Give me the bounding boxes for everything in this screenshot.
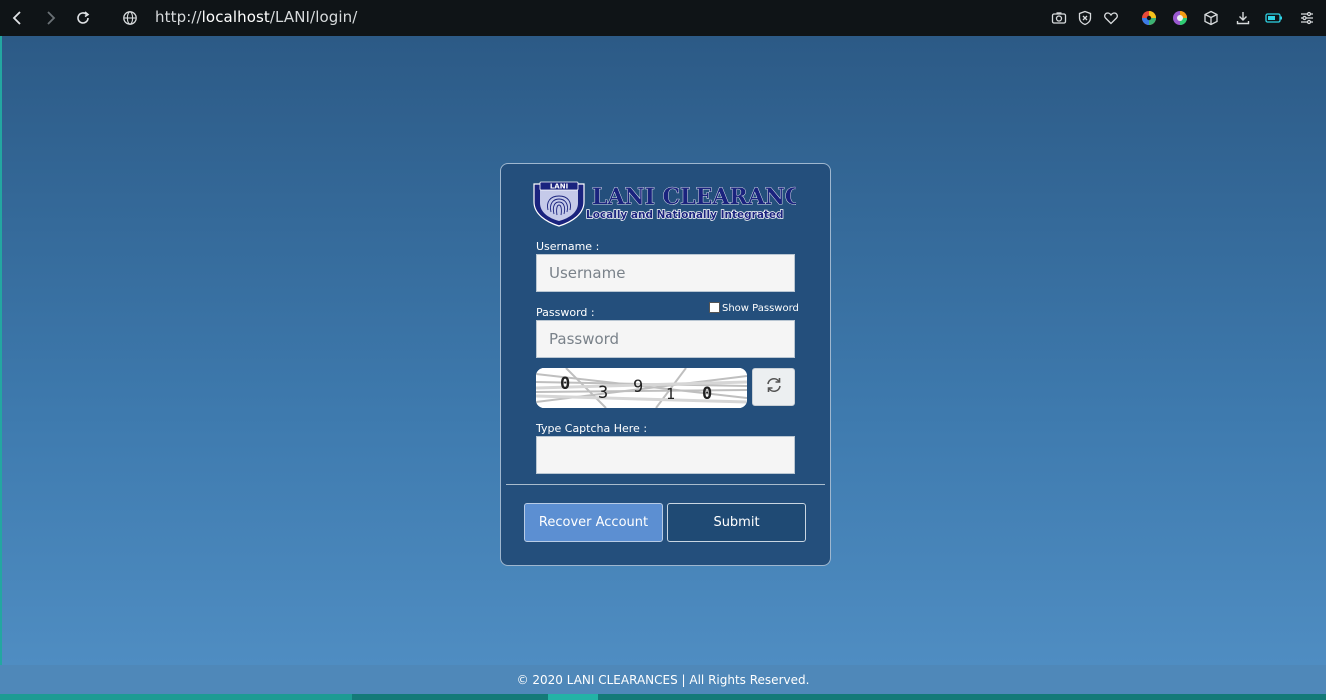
- show-password-toggle[interactable]: Show Password: [709, 302, 799, 314]
- url-path: /LANI/login/: [269, 8, 358, 26]
- cube-icon[interactable]: [1201, 8, 1221, 28]
- footer: © 2020 LANI CLEARANCES | All Rights Rese…: [0, 665, 1326, 694]
- color-picker-icon[interactable]: [1170, 8, 1190, 28]
- taskbar-strip: [0, 694, 1326, 700]
- heart-icon[interactable]: [1101, 8, 1121, 28]
- submit-button[interactable]: Submit: [667, 503, 806, 542]
- url-host: localhost: [201, 8, 270, 26]
- password-input[interactable]: [536, 320, 795, 358]
- svg-text:LANI CLEARANCES: LANI CLEARANCES: [592, 184, 796, 210]
- show-password-checkbox[interactable]: [709, 302, 720, 313]
- taskbar-segment: [548, 694, 598, 700]
- recover-account-button[interactable]: Recover Account: [524, 503, 663, 542]
- username-input[interactable]: [536, 254, 795, 292]
- captcha-refresh-button[interactable]: [752, 368, 795, 406]
- lani-logo: LANI LANI CLEARANCES Locally and Nationa…: [530, 178, 835, 228]
- captcha-char: 0: [702, 384, 713, 404]
- menu-settings-icon[interactable]: [1297, 8, 1317, 28]
- shield-x-icon[interactable]: [1075, 8, 1095, 28]
- url-prefix: http://: [155, 8, 202, 26]
- forward-icon[interactable]: [40, 8, 60, 28]
- refresh-icon: [764, 375, 784, 400]
- globe-icon: [120, 8, 140, 28]
- taskbar-segment: [0, 694, 352, 700]
- captcha-char: 9: [633, 377, 644, 397]
- copyright-text: © 2020 LANI CLEARANCES | All Rights Rese…: [516, 672, 810, 687]
- divider: [506, 484, 825, 485]
- show-password-label: Show Password: [722, 303, 799, 314]
- login-card: LANI LANI CLEARANCES Locally and Nationa…: [500, 163, 835, 566]
- download-icon[interactable]: [1233, 8, 1253, 28]
- captcha-image: 0 3 9 1 0: [536, 368, 747, 408]
- captcha-char: 3: [598, 383, 609, 403]
- camera-icon[interactable]: [1049, 8, 1069, 28]
- back-icon[interactable]: [8, 8, 28, 28]
- svg-text:Locally and Nationally Integra: Locally and Nationally Integrated: [586, 209, 784, 221]
- svg-text:LANI: LANI: [550, 183, 568, 191]
- captcha-input[interactable]: [536, 436, 795, 474]
- address-bar[interactable]: http://localhost/LANI/login/: [155, 8, 357, 26]
- captcha-label: Type Captcha Here :: [536, 422, 648, 435]
- captcha-char: 1: [666, 385, 676, 403]
- page-background: LANI LANI CLEARANCES Locally and Nationa…: [0, 36, 1326, 665]
- username-label: Username :: [536, 240, 600, 253]
- battery-icon[interactable]: [1264, 8, 1284, 28]
- reload-icon[interactable]: [73, 8, 93, 28]
- browser-toolbar: http://localhost/LANI/login/: [0, 0, 1326, 36]
- password-label: Password :: [536, 306, 595, 319]
- captcha-char: 0: [560, 374, 571, 394]
- color-wheel-icon[interactable]: [1139, 8, 1159, 28]
